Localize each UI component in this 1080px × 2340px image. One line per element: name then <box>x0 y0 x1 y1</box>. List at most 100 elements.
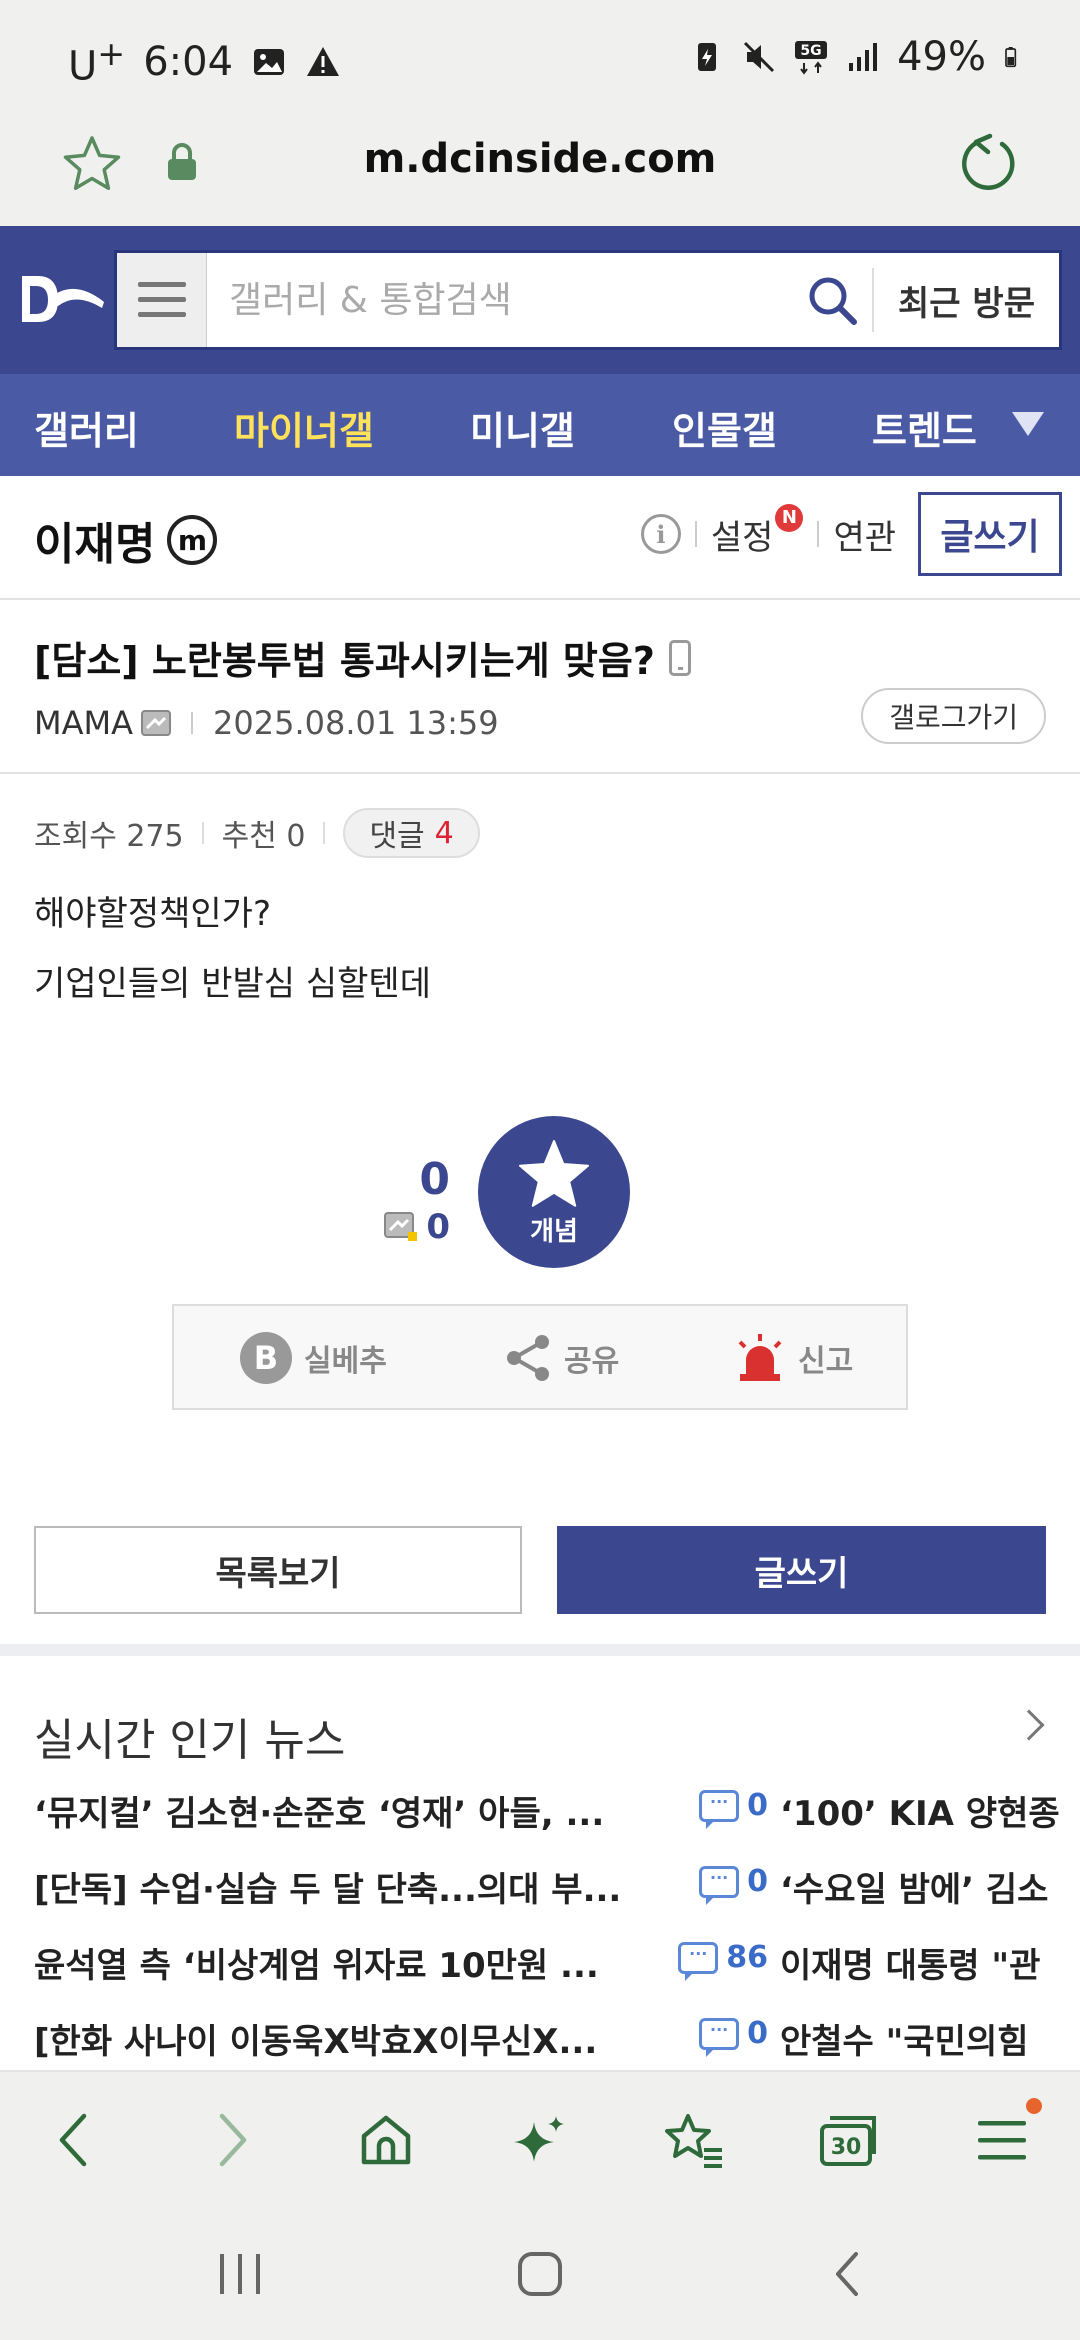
news-row[interactable]: ‘뮤지컬’ 김소현·손준호 ‘영재’ 아들, ... 0 ‘100’ KIA 양… <box>34 1786 1080 1846</box>
warning-icon <box>307 46 340 76</box>
svg-text:5G: 5G <box>800 43 821 59</box>
post-date: 2025.08.01 13:59 <box>213 704 499 742</box>
browser-toolbar: 30 <box>0 2070 1080 2208</box>
home-icon[interactable] <box>350 2104 422 2176</box>
news-section-title: 실시간 인기 뉴스 <box>34 1715 346 1766</box>
minor-gallery-badge-icon: m <box>167 515 218 565</box>
recent-apps-icon[interactable] <box>214 2250 266 2298</box>
settings-link[interactable]: 설정 N <box>711 503 804 559</box>
news-row[interactable]: [한화 사나이 이동욱X박효X이무신X... 0 안철수 "국민의힘 <box>34 2014 1080 2070</box>
write-button-top[interactable]: 글쓰기 <box>918 492 1062 576</box>
system-back-icon[interactable] <box>826 2248 866 2300</box>
post-title: [담소] 노란봉투법 통과시키는게 맞음? <box>34 630 691 685</box>
realtime-news: 실시간 인기 뉴스 ‘뮤지컬’ 김소현·손준호 ‘영재’ 아들, ... 0 ‘… <box>0 1656 1080 2070</box>
forward-icon[interactable] <box>196 2104 268 2176</box>
news-row[interactable]: [단독] 수업·실습 두 달 단축...의대 부... 0 ‘수요일 밤에’ 김… <box>34 1862 1080 1922</box>
divider <box>323 822 326 844</box>
home-button-icon[interactable] <box>514 2248 566 2300</box>
comment-bubble-icon <box>699 2017 740 2057</box>
news-comment-count: 0 <box>638 2016 768 2057</box>
gallery-header: 이재명 m i 설정 N 연관 글쓰기 <box>0 476 1080 600</box>
report-button[interactable]: 신고 <box>734 1332 853 1384</box>
news-headline-secondary[interactable]: ‘100’ KIA 양현종 <box>780 1786 1080 1835</box>
recommend-button[interactable]: 개념 <box>478 1116 630 1268</box>
search-input[interactable] <box>207 253 793 347</box>
more-tabs-triangle-icon[interactable] <box>1012 412 1044 436</box>
b-icon: B <box>240 1332 292 1384</box>
related-link[interactable]: 연관 <box>833 510 896 559</box>
section-divider <box>0 1644 1080 1656</box>
divider <box>191 712 193 734</box>
post-header: [담소] 노란봉투법 통과시키는게 맞음? MAMA 2025.08.01 13… <box>0 600 1080 774</box>
author-name[interactable]: MAMA <box>34 704 133 742</box>
view-count: 조회수 275 <box>34 819 184 854</box>
tab-person-gallery[interactable]: 인물갤 <box>672 400 777 455</box>
search-icon[interactable] <box>792 253 872 347</box>
comment-bubble-icon <box>699 1789 740 1829</box>
tab-trend[interactable]: 트렌드 <box>872 400 977 455</box>
system-navigation-bar <box>0 2208 1080 2340</box>
news-headline[interactable]: ‘뮤지컬’ 김소현·손준호 ‘영재’ 아들, ... <box>34 1786 624 1835</box>
silbe-recommend-button[interactable]: B 실베추 <box>240 1332 387 1384</box>
recommend-area: 0 0 개념 <box>0 1116 1080 1276</box>
tabs-icon[interactable]: 30 <box>812 2104 884 2176</box>
divider <box>817 521 820 547</box>
new-badge: N <box>775 503 804 532</box>
chevron-right-icon[interactable] <box>1013 1709 1045 1741</box>
news-headline[interactable]: 윤석열 측 ‘비상계엄 위자료 10만원 ... <box>34 1938 624 1987</box>
gallery-notification-icon <box>254 48 285 75</box>
star-icon <box>519 1139 589 1207</box>
clock: 6:04 <box>143 38 234 85</box>
write-button[interactable]: 글쓰기 <box>557 1526 1046 1614</box>
list-view-button[interactable]: 목록보기 <box>34 1526 522 1614</box>
news-headline[interactable]: [한화 사나이 이동욱X박효X이무신X... <box>34 2014 624 2063</box>
share-button[interactable]: 공유 <box>504 1332 619 1384</box>
reload-icon[interactable] <box>956 132 1020 196</box>
news-comment-count: 86 <box>638 1940 768 1981</box>
menu-icon[interactable] <box>966 2098 1042 2176</box>
tab-minor-gallery[interactable]: 마이너갤 <box>234 400 374 455</box>
recommend-button-label: 개념 <box>530 1216 578 1247</box>
gallery-tabs: 갤러리 마이너갤 미니갤 인물갤 트렌드 <box>0 374 1080 476</box>
sparkle-icon[interactable] <box>504 2104 576 2176</box>
site-header: 최근 방문 <box>0 226 1080 374</box>
dc-logo-icon[interactable] <box>14 264 110 336</box>
back-icon[interactable] <box>38 2104 110 2176</box>
share-icon <box>507 1335 549 1381</box>
comment-bubble-icon <box>678 1941 719 1981</box>
recent-visits-button[interactable]: 최근 방문 <box>872 268 1059 332</box>
divider <box>694 521 697 547</box>
tab-gallery[interactable]: 갤러리 <box>34 400 139 455</box>
post-meta: MAMA 2025.08.01 13:59 <box>34 704 499 742</box>
comment-count-badge[interactable]: 댓글 4 <box>343 808 480 858</box>
battery-icon <box>1005 47 1017 68</box>
bookmarks-icon[interactable] <box>658 2104 730 2176</box>
info-icon[interactable]: i <box>640 514 681 554</box>
news-headline-secondary[interactable]: 안철수 "국민의힘 <box>780 2014 1080 2063</box>
news-headline-secondary[interactable]: ‘수요일 밤에’ 김소 <box>780 1862 1080 1911</box>
mobile-post-icon <box>668 639 691 676</box>
recommend-counter: 0 0 <box>384 1154 450 1247</box>
post-body-line: 해야할정책인가? <box>34 894 272 934</box>
gallery-name[interactable]: 이재명 <box>34 508 155 572</box>
carrier-label: U+ <box>68 34 126 90</box>
news-row[interactable]: 윤석열 측 ‘비상계엄 위자료 10만원 ... 86 이재명 대통령 "관 <box>34 1938 1080 1998</box>
hamburger-menu-icon[interactable] <box>117 253 207 347</box>
search-box: 최근 방문 <box>114 250 1062 350</box>
tab-count: 30 <box>831 2135 862 2160</box>
post-actions: B 실베추 공유 신고 <box>172 1304 908 1410</box>
post-stats: 조회수 275 추천 0 댓글 4 <box>34 808 480 858</box>
url-text[interactable]: m.dcinside.com <box>0 136 1080 182</box>
news-headline[interactable]: [단독] 수업·실습 두 달 단축...의대 부... <box>34 1862 624 1911</box>
gallog-button[interactable]: 갤로그가기 <box>861 688 1046 744</box>
news-headline-secondary[interactable]: 이재명 대통령 "관 <box>780 1938 1080 1987</box>
post-title-text: [담소] 노란봉투법 통과시키는게 맞음? <box>34 639 655 683</box>
recommend-count: 추천 0 <box>221 819 306 854</box>
status-bar: U+ 6:04 5G 49% <box>0 0 1080 118</box>
gallery-title[interactable]: 이재명 m <box>34 508 218 572</box>
notification-dot <box>1026 2098 1042 2114</box>
news-comment-count: 0 <box>638 1864 768 1905</box>
tab-mini-gallery[interactable]: 미니갤 <box>470 400 575 455</box>
comment-bubble-icon <box>699 1865 740 1905</box>
battery-saver-icon <box>698 43 717 71</box>
